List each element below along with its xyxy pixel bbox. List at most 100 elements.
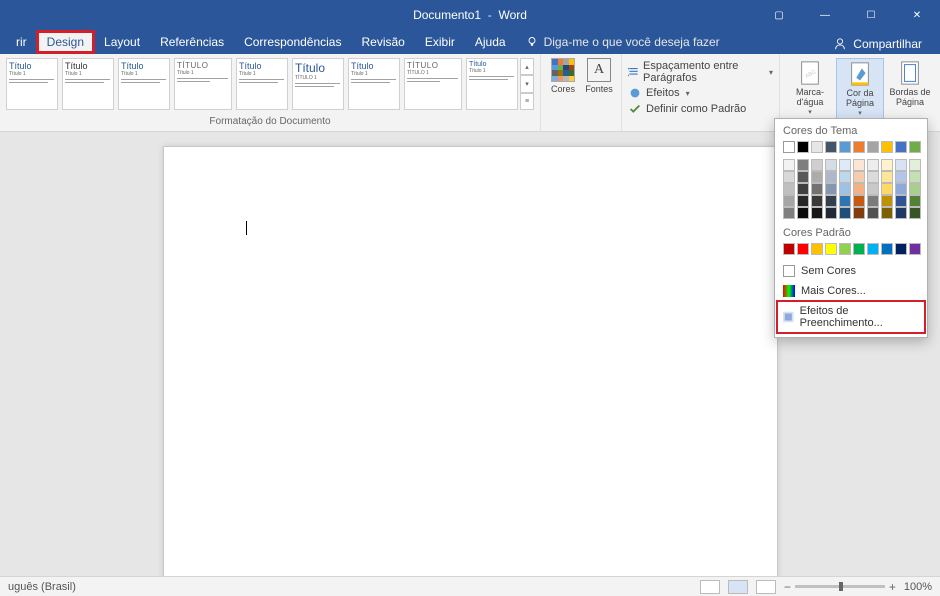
color-swatch[interactable] [839,171,851,183]
color-swatch[interactable] [909,159,921,171]
color-swatch[interactable] [811,207,823,219]
page[interactable] [163,146,778,576]
color-swatch[interactable] [895,207,907,219]
status-language[interactable]: uguês (Brasil) [8,581,76,593]
watermark-button[interactable]: ABC Marca-d'água▾ [786,58,834,122]
color-swatch[interactable] [783,207,795,219]
zoom-slider[interactable]: − + [784,580,896,594]
color-swatch[interactable] [881,195,893,207]
tab-layout[interactable]: Layout [94,31,150,53]
color-swatch[interactable] [825,141,837,153]
zoom-level[interactable]: 100% [904,581,932,593]
color-swatch[interactable] [895,171,907,183]
style-thumb[interactable]: TÍTULOTítulo 1▬▬▬▬▬▬▬▬▬▬▬▬▬▬▬▬▬▬▬▬▬▬▬▬▬▬… [174,58,232,110]
more-colors-item[interactable]: Mais Cores... [777,281,925,301]
page-borders-button[interactable]: Bordas de Página [886,58,934,122]
color-swatch[interactable] [839,183,851,195]
color-swatch[interactable] [909,183,921,195]
view-print-layout-button[interactable] [728,580,748,594]
color-swatch[interactable] [867,171,879,183]
color-swatch[interactable] [811,159,823,171]
color-swatch[interactable] [797,171,809,183]
color-swatch[interactable] [867,159,879,171]
color-swatch[interactable] [895,195,907,207]
color-swatch[interactable] [839,207,851,219]
page-color-button[interactable]: Cor da Página▾ [836,58,884,122]
color-swatch[interactable] [783,159,795,171]
color-swatch[interactable] [895,141,907,153]
color-swatch[interactable] [909,207,921,219]
color-swatch[interactable] [797,243,809,255]
color-swatch[interactable] [811,141,823,153]
color-swatch[interactable] [839,159,851,171]
color-swatch[interactable] [783,141,795,153]
color-swatch[interactable] [825,195,837,207]
color-swatch[interactable] [853,159,865,171]
color-swatch[interactable] [853,171,865,183]
color-swatch[interactable] [867,183,879,195]
minimize-button[interactable]: — [802,0,848,30]
tab-review[interactable]: Revisão [351,31,414,53]
color-swatch[interactable] [853,243,865,255]
zoom-thumb[interactable] [839,582,843,591]
theme-colors-button[interactable]: Cores [547,58,579,94]
color-swatch[interactable] [881,171,893,183]
zoom-track[interactable] [795,585,885,588]
style-thumb[interactable]: TítuloTítulo 1▬▬▬▬▬▬▬▬▬▬▬▬▬▬▬▬▬▬▬▬▬▬▬▬▬▬… [466,58,518,110]
paragraph-spacing-button[interactable]: Espaçamento entre Parágrafos▾ [628,60,773,84]
color-swatch[interactable] [797,207,809,219]
tab-references[interactable]: Referências [150,31,234,53]
style-gallery[interactable]: TítuloTítulo 1▬▬▬▬▬▬▬▬▬▬▬▬▬▬▬▬▬▬▬▬▬▬▬▬▬▬… [6,58,518,110]
color-swatch[interactable] [853,141,865,153]
color-swatch[interactable] [825,183,837,195]
tab-design[interactable]: Design [37,31,94,53]
tell-me-search[interactable]: Diga-me o que você deseja fazer [526,35,720,49]
effects-button[interactable]: Efeitos▾ [628,86,773,100]
color-swatch[interactable] [881,159,893,171]
color-swatch[interactable] [895,159,907,171]
color-swatch[interactable] [811,183,823,195]
view-read-mode-button[interactable] [700,580,720,594]
color-swatch[interactable] [839,141,851,153]
tab-help[interactable]: Ajuda [465,31,516,53]
style-thumb[interactable]: TítuloTítulo 1▬▬▬▬▬▬▬▬▬▬▬▬▬▬▬▬▬▬▬▬▬▬▬▬▬▬… [348,58,400,110]
color-swatch[interactable] [811,171,823,183]
color-swatch[interactable] [825,207,837,219]
color-swatch[interactable] [839,243,851,255]
color-swatch[interactable] [909,171,921,183]
tab-mailings[interactable]: Correspondências [234,31,351,53]
style-thumb[interactable]: TítuloTÍTULO 1▬▬▬▬▬▬▬▬▬▬▬▬▬▬▬▬▬▬▬▬▬▬▬▬▬▬… [292,58,344,110]
color-swatch[interactable] [797,195,809,207]
style-thumb[interactable]: TÍTULOTÍTULO 1▬▬▬▬▬▬▬▬▬▬▬▬▬▬▬▬▬▬▬▬▬▬▬▬▬▬… [404,58,462,110]
style-thumb[interactable]: TítuloTítulo 1▬▬▬▬▬▬▬▬▬▬▬▬▬▬▬▬▬▬▬▬▬▬▬▬▬▬… [6,58,58,110]
color-swatch[interactable] [909,195,921,207]
color-swatch[interactable] [853,195,865,207]
color-swatch[interactable] [797,141,809,153]
set-default-button[interactable]: Definir como Padrão [628,102,773,116]
zoom-out-button[interactable]: − [784,580,791,594]
color-swatch[interactable] [895,183,907,195]
style-thumb[interactable]: TítuloTítulo 1▬▬▬▬▬▬▬▬▬▬▬▬▬▬▬▬▬▬▬▬▬▬▬▬▬▬… [118,58,170,110]
color-swatch[interactable] [783,171,795,183]
color-swatch[interactable] [881,183,893,195]
maximize-button[interactable]: ☐ [848,0,894,30]
color-swatch[interactable] [825,171,837,183]
gallery-down-button[interactable]: ▾ [520,75,534,92]
fill-effects-item[interactable]: Efeitos de Preenchimento... [777,301,925,333]
color-swatch[interactable] [867,207,879,219]
color-swatch[interactable] [825,243,837,255]
tab-view[interactable]: Exibir [415,31,465,53]
color-swatch[interactable] [881,207,893,219]
no-color-item[interactable]: Sem Cores [777,261,925,281]
color-swatch[interactable] [909,243,921,255]
color-swatch[interactable] [867,243,879,255]
color-swatch[interactable] [811,195,823,207]
color-swatch[interactable] [909,141,921,153]
style-thumb[interactable]: TítuloTítulo 1▬▬▬▬▬▬▬▬▬▬▬▬▬▬▬▬▬▬▬▬▬▬▬▬▬▬… [236,58,288,110]
color-swatch[interactable] [853,207,865,219]
close-button[interactable]: ✕ [894,0,940,30]
theme-fonts-button[interactable]: A Fontes [583,58,615,94]
style-thumb[interactable]: TítuloTítulo 1▬▬▬▬▬▬▬▬▬▬▬▬▬▬▬▬▬▬▬▬▬▬▬▬▬▬… [62,58,114,110]
color-swatch[interactable] [783,195,795,207]
color-swatch[interactable] [853,183,865,195]
